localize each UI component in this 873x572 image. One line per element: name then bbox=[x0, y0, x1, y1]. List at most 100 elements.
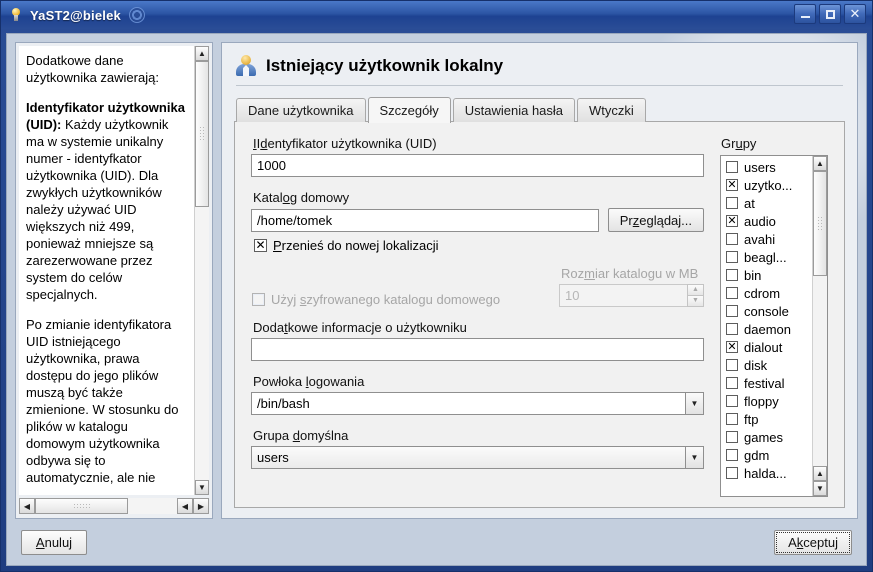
tab-wtyczki[interactable]: Wtyczki bbox=[577, 98, 646, 122]
move-checkbox-row[interactable]: Przenieś do nowej lokalizacji bbox=[254, 238, 704, 253]
defgroup-label: Grupa domyślna bbox=[253, 428, 349, 443]
group-item[interactable]: games bbox=[721, 428, 812, 446]
groups-vertical-scrollbar[interactable]: ▲ ▲ ▼ bbox=[812, 156, 827, 496]
window-titlebar[interactable]: YaST2@bielek ✕ bbox=[1, 1, 872, 29]
help-vertical-scroll-thumb[interactable] bbox=[195, 61, 209, 207]
group-label: floppy bbox=[744, 393, 779, 409]
encrypt-checkbox-row[interactable]: Użyj szyfrowanego katalogu domowego bbox=[252, 292, 550, 307]
group-checkbox[interactable] bbox=[726, 269, 738, 281]
uid-field-group: IIdentyfikator użytkownika (UID) 1000 bbox=[251, 136, 704, 177]
home-input[interactable]: /home/tomek bbox=[251, 208, 599, 232]
header-divider bbox=[236, 85, 843, 86]
group-item[interactable]: avahi bbox=[721, 230, 812, 248]
cancel-button[interactable]: Anuluj bbox=[21, 529, 87, 555]
browse-button[interactable]: Pr z eglądaj... bbox=[607, 208, 704, 232]
group-item[interactable]: at bbox=[721, 194, 812, 212]
groups-items: users uzytko... at audio avahi beagl... bin cdr… bbox=[721, 156, 812, 496]
help-horizontal-scrollbar[interactable]: ◀ ◀ ▶ bbox=[19, 497, 209, 515]
group-checkbox[interactable] bbox=[726, 233, 738, 245]
encrypt-checkbox[interactable] bbox=[252, 293, 265, 306]
group-item[interactable]: beagl... bbox=[721, 248, 812, 266]
help-vertical-scroll-trough[interactable] bbox=[195, 207, 209, 480]
uid-input[interactable]: 1000 bbox=[251, 154, 704, 177]
dirsize-spinner[interactable]: 10 ▲ ▼ bbox=[559, 284, 704, 307]
defgroup-combobox[interactable]: users ▼ bbox=[251, 446, 704, 469]
group-item[interactable]: users bbox=[721, 158, 812, 176]
groups-scroll-down-button[interactable]: ▼ bbox=[813, 481, 827, 496]
group-item[interactable]: uzytko... bbox=[721, 176, 812, 194]
group-item[interactable]: floppy bbox=[721, 392, 812, 410]
group-item[interactable]: ftp bbox=[721, 410, 812, 428]
groups-scroll-up-button-2[interactable]: ▲ bbox=[813, 466, 827, 481]
shell-field-group: Powłoka logowania /bin/bash ▼ bbox=[251, 374, 704, 415]
group-item[interactable]: bin bbox=[721, 266, 812, 284]
shell-label: Powłoka logowania bbox=[253, 374, 365, 389]
accept-button[interactable]: Ak ceptuj bbox=[774, 529, 852, 555]
group-item[interactable]: halda... bbox=[721, 464, 812, 482]
group-item[interactable]: dialout bbox=[721, 338, 812, 356]
groups-scroll-trough[interactable] bbox=[813, 276, 827, 466]
shell-value[interactable]: /bin/bash bbox=[251, 392, 685, 415]
tab-ustawienia-hasla[interactable]: Ustawienia hasła bbox=[452, 98, 576, 122]
group-checkbox[interactable] bbox=[726, 161, 738, 173]
group-item[interactable]: daemon bbox=[721, 320, 812, 338]
group-item[interactable]: disk bbox=[721, 356, 812, 374]
help-horizontal-scroll-thumb[interactable] bbox=[35, 498, 128, 514]
group-checkbox[interactable] bbox=[726, 305, 738, 317]
move-checkbox[interactable] bbox=[254, 238, 267, 252]
help-scroll-left-button-2[interactable]: ◀ bbox=[177, 498, 193, 514]
maximize-button[interactable] bbox=[819, 4, 841, 24]
group-checkbox[interactable] bbox=[726, 323, 738, 335]
group-checkbox[interactable] bbox=[726, 467, 738, 479]
help-scroll-right-button[interactable]: ▶ bbox=[193, 498, 209, 514]
chevron-down-icon[interactable]: ▼ bbox=[685, 392, 704, 415]
help-scroll-down-button[interactable]: ▼ bbox=[195, 480, 209, 495]
group-label: disk bbox=[744, 357, 768, 373]
tab-panel-szczegoly: IIdentyfikator użytkownika (UID) 1000 Ka… bbox=[234, 121, 845, 508]
group-checkbox[interactable] bbox=[726, 359, 738, 371]
shell-combobox[interactable]: /bin/bash ▼ bbox=[251, 392, 704, 415]
defgroup-field-group: Grupa domyślna users ▼ bbox=[251, 428, 704, 469]
main-panel: Istniejący użytkownik lokalny Dane użytk… bbox=[221, 42, 858, 519]
dirsize-increment-button[interactable]: ▲ bbox=[687, 284, 704, 296]
group-item[interactable]: cdrom bbox=[721, 284, 812, 302]
help-scroll-left-button[interactable]: ◀ bbox=[19, 498, 35, 514]
tab-bar: Dane użytkownika Szczegóły Ustawienia ha… bbox=[234, 96, 845, 123]
group-item[interactable]: console bbox=[721, 302, 812, 320]
groups-list[interactable]: users uzytko... at audio avahi beagl... bin cdr… bbox=[720, 155, 828, 497]
group-checkbox[interactable] bbox=[726, 287, 738, 299]
tab-dane-uzytkownika[interactable]: Dane użytkownika bbox=[236, 98, 366, 122]
tab-szczegoly[interactable]: Szczegóły bbox=[367, 97, 451, 123]
groups-scroll-thumb[interactable] bbox=[813, 171, 827, 276]
group-checkbox[interactable] bbox=[726, 413, 738, 425]
group-checkbox[interactable] bbox=[726, 449, 738, 461]
chevron-down-icon[interactable]: ▼ bbox=[685, 446, 704, 469]
yast-window: YaST2@bielek ✕ Dodatkowe dane użytkownik… bbox=[0, 0, 873, 572]
group-checkbox[interactable] bbox=[726, 179, 738, 191]
group-checkbox[interactable] bbox=[726, 215, 738, 227]
minimize-icon bbox=[800, 16, 810, 18]
help-vertical-scrollbar[interactable]: ▲ ▼ bbox=[194, 46, 209, 495]
dirsize-spin-buttons[interactable]: ▲ ▼ bbox=[687, 284, 704, 307]
group-label: at bbox=[744, 195, 755, 211]
group-item[interactable]: audio bbox=[721, 212, 812, 230]
defgroup-value[interactable]: users bbox=[251, 446, 685, 469]
help-scroll-up-button[interactable]: ▲ bbox=[195, 46, 209, 61]
dirsize-input[interactable]: 10 bbox=[559, 284, 687, 307]
group-item[interactable]: festival bbox=[721, 374, 812, 392]
group-checkbox[interactable] bbox=[726, 197, 738, 209]
group-checkbox[interactable] bbox=[726, 341, 738, 353]
group-checkbox[interactable] bbox=[726, 251, 738, 263]
group-checkbox[interactable] bbox=[726, 377, 738, 389]
minimize-button[interactable] bbox=[794, 4, 816, 24]
close-button[interactable]: ✕ bbox=[844, 4, 866, 24]
dirsize-decrement-button[interactable]: ▼ bbox=[687, 295, 704, 307]
group-checkbox[interactable] bbox=[726, 395, 738, 407]
groups-scroll-up-button[interactable]: ▲ bbox=[813, 156, 827, 171]
content-row: Dodatkowe dane użytkownika zawierają: Id… bbox=[7, 34, 866, 519]
extra-input[interactable] bbox=[251, 338, 704, 361]
group-checkbox[interactable] bbox=[726, 431, 738, 443]
help-hscroll-track[interactable]: ◀ ◀ ▶ bbox=[19, 498, 209, 514]
group-label: console bbox=[744, 303, 789, 319]
group-item[interactable]: gdm bbox=[721, 446, 812, 464]
